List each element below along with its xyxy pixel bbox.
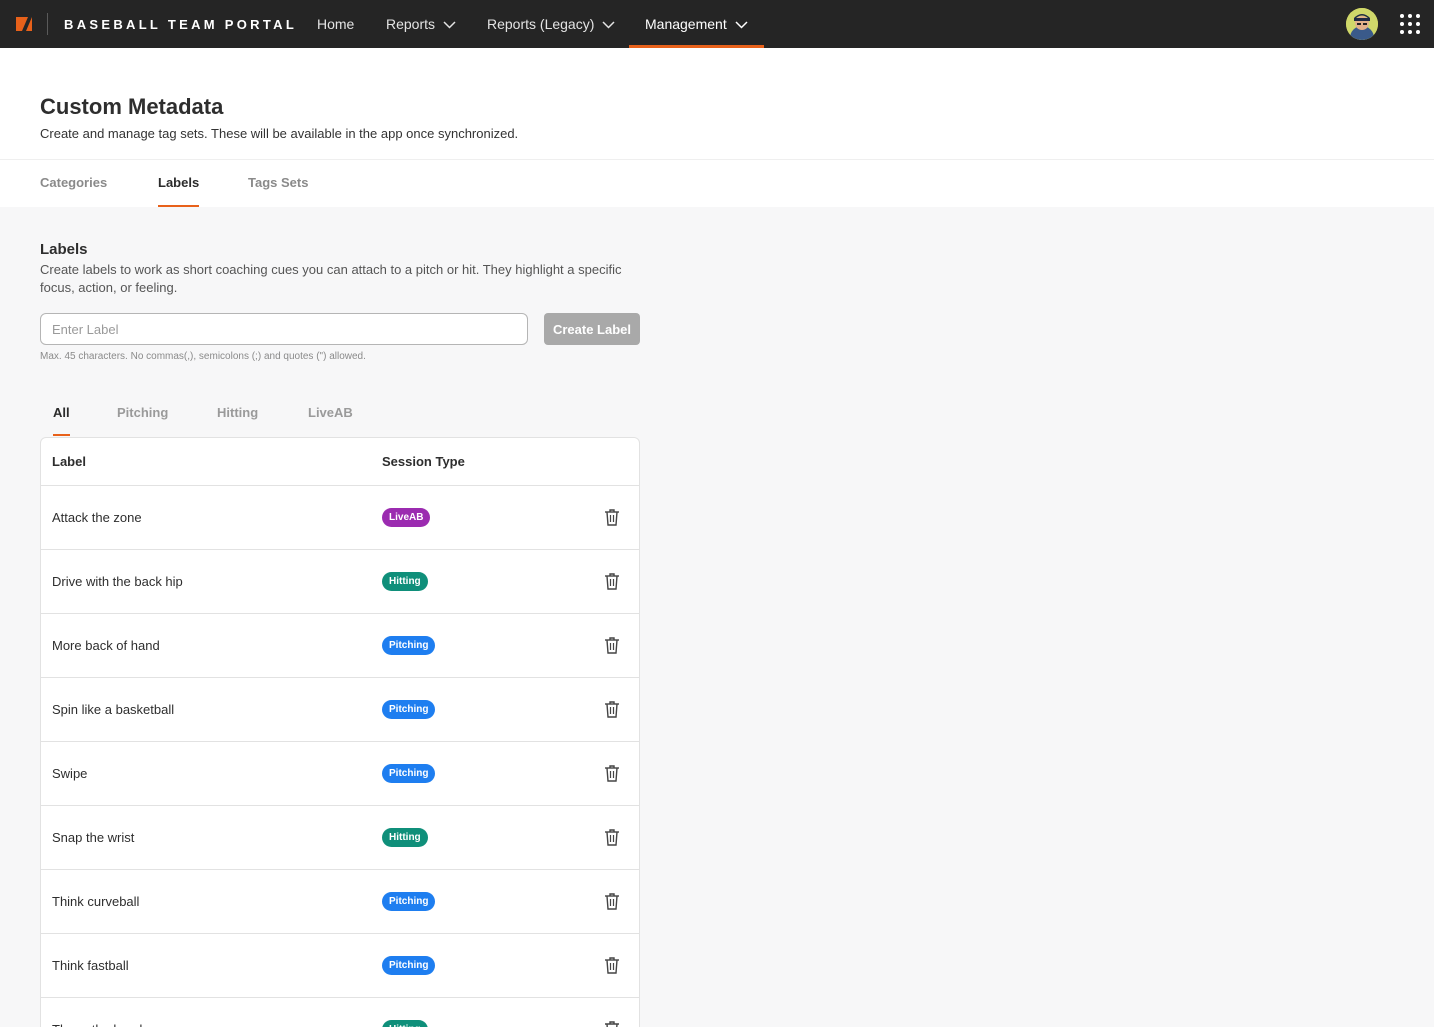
column-header-session-type: Session Type <box>382 454 465 469</box>
trash-icon[interactable] <box>604 700 620 718</box>
session-type-badge: Hitting <box>382 572 428 591</box>
logo-divider <box>47 13 48 35</box>
trash-icon[interactable] <box>604 636 620 654</box>
nav-reports-legacy-label: Reports (Legacy) <box>487 16 595 32</box>
label-name: More back of hand <box>52 638 160 653</box>
table-row: More back of hand Pitching <box>41 614 639 678</box>
table-row: Swipe Pitching <box>41 742 639 806</box>
labels-section-title: Labels <box>40 241 88 258</box>
table-row: Throw the hands Hitting <box>41 998 639 1027</box>
user-avatar[interactable] <box>1346 8 1378 40</box>
page-title: Custom Metadata <box>40 94 224 119</box>
session-type-badge: LiveAB <box>382 508 431 527</box>
session-type-badge: Pitching <box>382 700 436 719</box>
grid-apps-icon[interactable] <box>1399 13 1421 35</box>
trash-icon[interactable] <box>604 956 620 974</box>
nav-home-label: Home <box>317 16 355 32</box>
trash-icon[interactable] <box>604 828 620 846</box>
label-name: Think fastball <box>52 958 129 973</box>
avatar-image <box>1346 8 1378 40</box>
table-row: Spin like a basketball Pitching <box>41 678 639 742</box>
trash-icon[interactable] <box>604 1020 620 1027</box>
label-input[interactable] <box>40 313 528 345</box>
create-label-button[interactable]: Create Label <box>544 313 640 345</box>
session-type-badge: Hitting <box>382 828 428 847</box>
nav-management[interactable]: Management <box>629 0 764 48</box>
nav-reports-label: Reports <box>386 16 436 32</box>
trash-icon[interactable] <box>604 572 620 590</box>
column-header-label: Label <box>52 454 86 469</box>
chevron-down-icon <box>602 20 615 29</box>
label-name: Drive with the back hip <box>52 574 183 589</box>
session-type-badge: Pitching <box>382 636 436 655</box>
nav-management-label: Management <box>645 16 727 32</box>
trash-icon[interactable] <box>604 508 620 526</box>
chevron-down-icon <box>443 20 456 29</box>
label-name: Throw the hands <box>52 1022 149 1027</box>
trash-icon[interactable] <box>604 892 620 910</box>
table-row: Think curveball Pitching <box>41 870 639 934</box>
label-name: Attack the zone <box>52 510 142 525</box>
top-navigation-bar: BASEBALL TEAM PORTAL Home Reports Report… <box>0 0 1434 48</box>
label-name: Think curveball <box>52 894 140 909</box>
label-input-hint: Max. 45 characters. No commas(,), semico… <box>40 351 366 362</box>
label-name: Swipe <box>52 766 88 781</box>
label-name: Spin like a basketball <box>52 702 175 717</box>
nav-reports-legacy[interactable]: Reports (Legacy) <box>487 0 615 48</box>
page-header: Custom Metadata Create and manage tag se… <box>0 48 1434 207</box>
tab-categories[interactable]: Categories <box>40 175 107 190</box>
filter-tab-all[interactable]: All <box>53 405 70 436</box>
label-name: Snap the wrist <box>52 830 135 845</box>
trash-icon[interactable] <box>604 764 620 782</box>
table-header: Label Session Type <box>41 438 639 486</box>
filter-tab-pitching[interactable]: Pitching <box>117 405 168 420</box>
table-row: Drive with the back hip Hitting <box>41 550 639 614</box>
header-divider <box>0 159 1434 160</box>
filter-tab-hitting[interactable]: Hitting <box>217 405 258 420</box>
session-type-badge: Pitching <box>382 892 436 911</box>
page-subtitle: Create and manage tag sets. These will b… <box>40 126 519 141</box>
nav-home[interactable]: Home <box>317 0 354 48</box>
labels-table: Label Session Type Attack the zone LiveAB… <box>40 437 640 1027</box>
chevron-down-icon <box>735 20 748 29</box>
session-type-badge: Hitting <box>382 1020 428 1027</box>
session-type-badge: Pitching <box>382 764 436 783</box>
session-type-badge: Pitching <box>382 956 436 975</box>
table-row: Snap the wrist Hitting <box>41 806 639 870</box>
table-row: Attack the zone LiveAB <box>41 486 639 550</box>
table-row: Think fastball Pitching <box>41 934 639 998</box>
filter-tab-liveab[interactable]: LiveAB <box>308 405 353 420</box>
tab-tag-sets[interactable]: Tags Sets <box>248 175 308 190</box>
brand-name: BASEBALL TEAM PORTAL <box>64 17 298 32</box>
brand-logo-icon[interactable] <box>16 16 32 32</box>
labels-section-description: Create labels to work as short coaching … <box>40 262 622 295</box>
tab-labels[interactable]: Labels <box>158 175 200 207</box>
nav-reports[interactable]: Reports <box>386 0 456 48</box>
